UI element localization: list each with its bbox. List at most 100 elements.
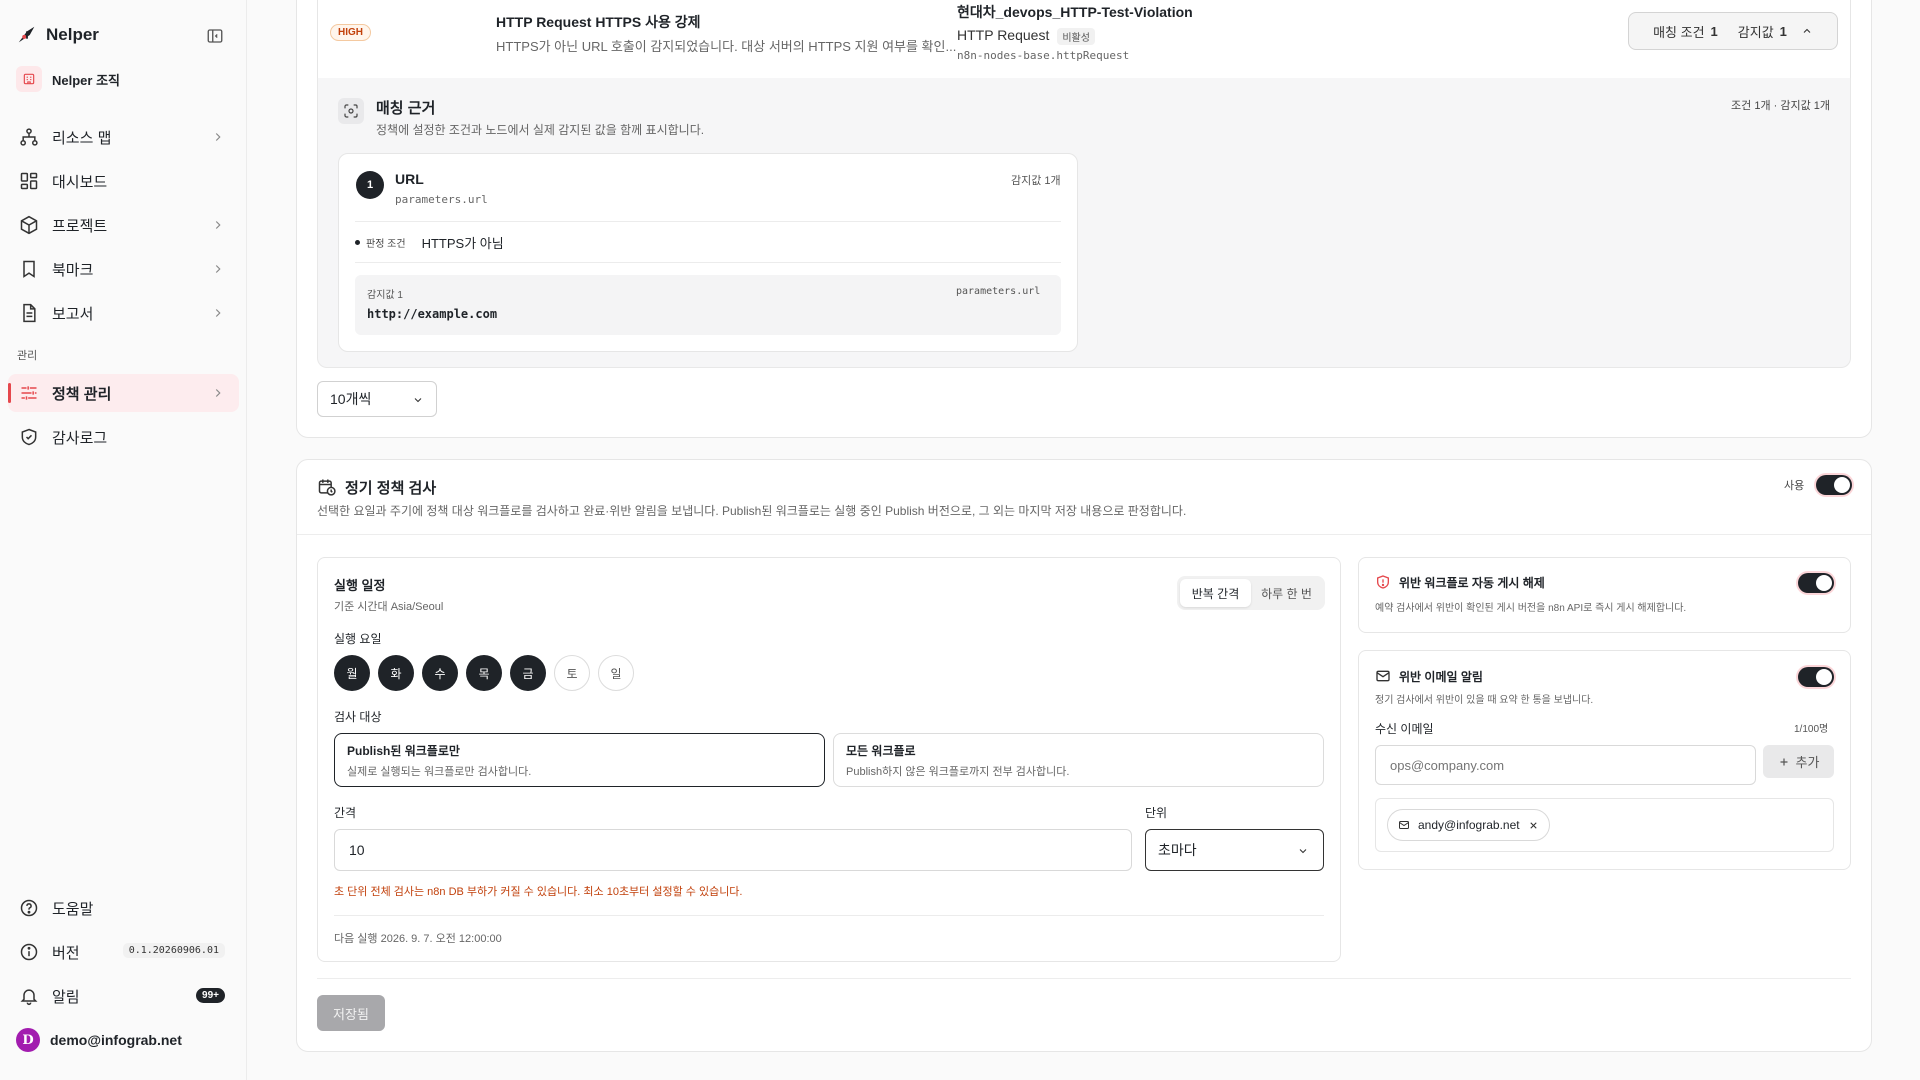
user-email: demo@infograb.net [50, 1032, 182, 1048]
detected-value: http://example.com [367, 307, 498, 321]
target-option-all[interactable]: 모든 워크플로 Publish하지 않은 워크플로까지 전부 검사합니다. [833, 733, 1324, 787]
next-run-text: 다음 실행 2026. 9. 7. 오전 12:00:00 [334, 933, 502, 945]
bell-icon [18, 985, 40, 1007]
weekday-chip[interactable]: 일 [598, 655, 634, 691]
tab-repeat-interval[interactable]: 반복 간격 [1180, 579, 1251, 607]
schedule-desc: 선택한 요일과 주기에 정책 대상 워크플로를 검사하고 완료·위반 알림을 보… [317, 504, 1187, 518]
shield-check-icon [18, 426, 40, 448]
sidebar-item-report[interactable]: 보고서 [8, 294, 239, 332]
brand-name: Nelper [46, 25, 99, 44]
auto-unpublish-toggle[interactable] [1798, 573, 1834, 593]
condition-index: 1 [356, 171, 384, 199]
recipient-email-input[interactable] [1375, 745, 1756, 785]
sidebar: Nelper Nelper 조직 리소스 맵 대시보드 프로젝트 북마크 보고서… [0, 0, 247, 1080]
mail-icon [1399, 821, 1409, 829]
sidebar-item-notifications[interactable]: 알림 99+ [8, 977, 239, 1015]
weekday-chip[interactable]: 수 [422, 655, 458, 691]
email-alert-title: 위반 이메일 알림 [1399, 670, 1483, 684]
match-label: 매칭 조건 [1653, 24, 1705, 40]
interval-warning: 초 단위 전체 검사는 n8n DB 부하가 커질 수 있습니다. 최소 10초… [334, 886, 743, 898]
chevron-right-icon [211, 306, 225, 320]
brand-logo[interactable]: Nelper [16, 24, 99, 46]
timezone-text: 기준 시간대 Asia/Seoul [334, 601, 444, 613]
org-switcher[interactable]: Nelper 조직 [16, 66, 120, 92]
notification-count-badge: 99+ [196, 988, 225, 1003]
condition-rule: 판정 조건 HTTPS가 아님 [355, 233, 504, 252]
weekday-chip[interactable]: 목 [466, 655, 502, 691]
shield-alert-icon [1375, 574, 1391, 590]
sidebar-collapse-icon[interactable] [206, 27, 224, 45]
severity-badge: HIGH [330, 24, 371, 41]
evidence-desc: 정책에 설정한 조건과 노드에서 실제 감지된 값을 함께 표시합니다. [376, 123, 705, 137]
tab-once-daily[interactable]: 하루 한 번 [1251, 579, 1322, 607]
page-size-value: 10개씩 [330, 391, 372, 407]
chevron-right-icon [211, 386, 225, 400]
document-icon [18, 302, 40, 324]
option-desc: 실제로 실행되는 워크플로만 검사합니다. [347, 766, 532, 778]
sliders-icon [18, 382, 40, 404]
node-name: HTTP Request [957, 27, 1050, 43]
option-desc: Publish하지 않은 워크플로까지 전부 검사합니다. [846, 766, 1070, 778]
sidebar-item-label: 도움말 [52, 900, 94, 918]
weekday-chip[interactable]: 토 [554, 655, 590, 691]
evidence-title: 매칭 근거 [376, 100, 436, 117]
sidebar-item-label: 정책 관리 [52, 385, 112, 403]
divider [355, 221, 1061, 222]
page-size-select[interactable]: 10개씩 [317, 381, 437, 417]
rule-value: HTTPS가 아님 [421, 236, 504, 251]
sidebar-item-audit-log[interactable]: 감사로그 [8, 418, 239, 456]
sidebar-item-label: 대시보드 [52, 173, 108, 191]
weekday-chip[interactable]: 화 [378, 655, 414, 691]
sidebar-item-resource-map[interactable]: 리소스 맵 [8, 118, 239, 156]
auto-unpublish-panel [1358, 557, 1851, 633]
unit-select[interactable]: 초마다 [1145, 829, 1324, 871]
policy-title: HTTP Request HTTPS 사용 강제 [496, 14, 701, 30]
mail-icon [1375, 668, 1391, 684]
match-toggle-button[interactable]: 매칭 조건 1 감지값 1 [1628, 12, 1838, 50]
recipients-label: 수신 이메일 [1375, 722, 1434, 736]
email-alert-toggle[interactable] [1798, 667, 1834, 687]
user-menu[interactable]: D demo@infograb.net [16, 1028, 182, 1052]
close-icon[interactable] [1528, 820, 1539, 831]
recipient-chip: andy@infograb.net [1387, 809, 1550, 841]
bookmark-icon [18, 258, 40, 280]
sidebar-item-version[interactable]: 버전 0.1.20260906.01 [8, 933, 239, 971]
sidebar-item-help[interactable]: 도움말 [8, 889, 239, 927]
weekday-chip[interactable]: 금 [510, 655, 546, 691]
chevron-right-icon [211, 218, 225, 232]
condition-field: URL [395, 171, 424, 187]
option-title: 모든 워크플로 [846, 744, 916, 758]
schedule-title: 정기 정책 검사 [345, 480, 437, 497]
interval-value: 10 [349, 842, 365, 858]
avatar: D [16, 1028, 40, 1052]
interval-input[interactable]: 10 [334, 829, 1132, 871]
schedule-enable-toggle[interactable] [1816, 475, 1852, 495]
weekday-chip[interactable]: 월 [334, 655, 370, 691]
evidence-summary: 조건 1개 · 감지값 1개 [1731, 100, 1830, 112]
sidebar-item-label: 버전 [52, 944, 80, 962]
sidebar-item-policy[interactable]: 정책 관리 [8, 374, 239, 412]
email-alert-desc: 정기 검사에서 위반이 있을 때 요약 한 통을 보냅니다. [1375, 695, 1594, 706]
policy-desc: HTTPS가 아닌 URL 호출이 감지되었습니다. 대상 서버의 HTTPS … [496, 39, 957, 54]
sidebar-item-label: 보고서 [52, 305, 94, 323]
interval-label: 간격 [334, 806, 357, 820]
target-label: 검사 대상 [334, 710, 382, 724]
chevron-right-icon [211, 130, 225, 144]
save-button[interactable]: 저장됨 [317, 995, 385, 1031]
condition-path: parameters.url [395, 193, 488, 206]
days-label: 실행 요일 [334, 632, 382, 646]
sidebar-item-dashboard[interactable]: 대시보드 [8, 162, 239, 200]
add-recipient-button[interactable]: 추가 [1763, 745, 1834, 778]
node-status-badge: 비활성 [1057, 27, 1095, 45]
unit-value: 초마다 [1158, 842, 1197, 858]
chevron-down-icon [1299, 849, 1307, 854]
target-option-published[interactable]: Publish된 워크플로만 실제로 실행되는 워크플로만 검사합니다. [334, 733, 825, 787]
auto-unpublish-desc: 예약 검사에서 위반이 확인된 게시 버전을 n8n API로 즉시 게시 해제… [1375, 603, 1687, 614]
recipients-count: 1/100명 [1794, 724, 1829, 735]
workflow-name[interactable]: 현대차_devops_HTTP-Test-Violation [957, 2, 1193, 22]
sidebar-item-bookmark[interactable]: 북마크 [8, 250, 239, 288]
resource-map-icon [18, 126, 40, 148]
sidebar-item-project[interactable]: 프로젝트 [8, 206, 239, 244]
sidebar-item-label: 알림 [52, 988, 80, 1006]
sidebar-item-label: 감사로그 [52, 429, 108, 447]
